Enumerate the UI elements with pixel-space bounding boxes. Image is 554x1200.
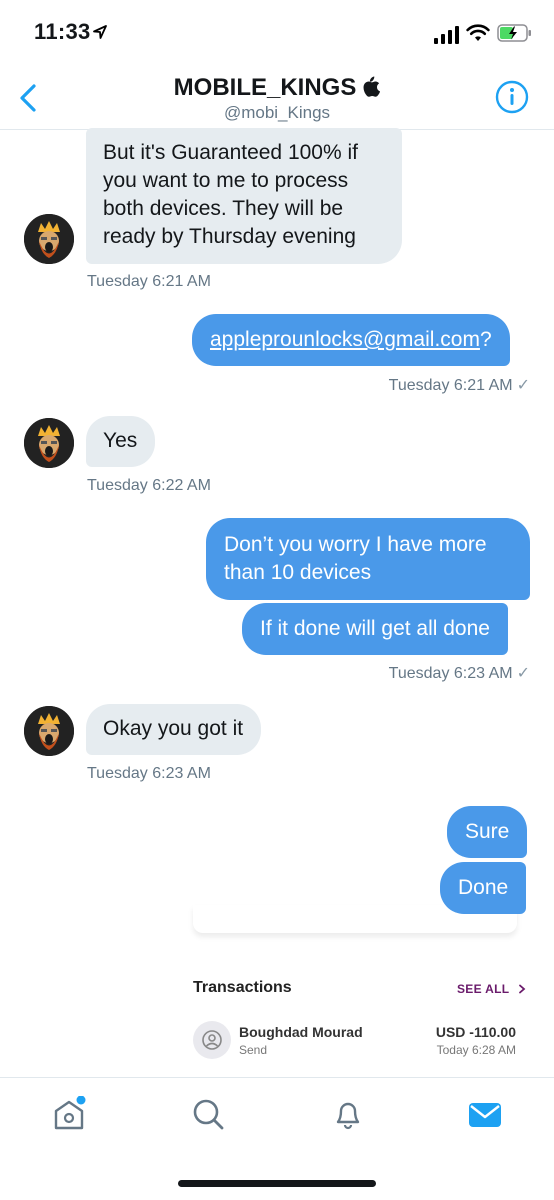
message-text: Done (458, 876, 509, 899)
transaction-date: Today 6:28 AM (436, 1043, 516, 1057)
transaction-user-icon (193, 1021, 231, 1059)
timestamp-text: Tuesday 6:23 AM (388, 665, 513, 682)
message-timestamp: Tuesday 6:21 AM (87, 273, 211, 290)
sent-check-icon: ✓ (516, 377, 530, 394)
message-timestamp: Tuesday 6:23 AM (87, 765, 211, 782)
incoming-message-bubble[interactable]: But it's Guaranteed 100% if you want to … (86, 128, 402, 264)
timestamp-text: Tuesday 6:21 AM (388, 377, 513, 394)
info-icon[interactable] (495, 80, 529, 114)
outgoing-message-bubble[interactable]: appleprounlocks@gmail.com? (192, 314, 510, 366)
message-text-suffix: ? (479, 328, 492, 351)
status-time: 11:33 (34, 19, 91, 44)
home-indicator[interactable] (178, 1180, 376, 1187)
message-text: Sure (465, 820, 510, 843)
chevron-right-icon (518, 984, 526, 994)
email-link[interactable]: appleprounlocks@gmail.com (210, 328, 480, 351)
messages-icon[interactable] (467, 1098, 503, 1134)
outgoing-message-bubble[interactable]: If it done will get all done (242, 603, 508, 655)
message-timestamp: Tuesday 6:21 AM ✓ (389, 375, 530, 395)
location-arrow-icon (93, 25, 107, 39)
message-text: Don’t you worry I have more than 10 devi… (224, 533, 487, 584)
outgoing-message-bubble[interactable]: Sure (447, 806, 528, 858)
home-icon[interactable] (51, 1096, 87, 1132)
transaction-amount: USD -110.00 (435, 1024, 516, 1040)
incoming-message-bubble[interactable]: Yes (86, 416, 156, 467)
contact-avatar[interactable] (24, 706, 74, 756)
see-all-link[interactable]: SEE ALL (457, 982, 527, 996)
battery-charging-icon (497, 24, 531, 42)
outgoing-message-bubble[interactable]: Done (440, 862, 527, 914)
notifications-icon[interactable] (330, 1096, 366, 1132)
contact-avatar[interactable] (24, 214, 74, 264)
king-avatar-icon (24, 418, 74, 468)
message-text: If it done will get all done (260, 617, 490, 640)
message-timestamp: Tuesday 6:23 AM ✓ (389, 663, 530, 683)
transaction-name[interactable]: Boughdad Mourad (239, 1024, 363, 1040)
see-all-label: SEE ALL (457, 982, 510, 996)
king-avatar-icon (24, 706, 74, 756)
incoming-message-bubble[interactable]: Okay you got it (86, 704, 262, 755)
message-text: But it's Guaranteed 100% if you want to … (103, 141, 358, 248)
message-text: Yes (103, 429, 138, 452)
transaction-type: Send (239, 1043, 268, 1057)
contact-avatar[interactable] (24, 418, 74, 468)
conversation-header: MOBILE_KINGS @mobi_Kings (0, 66, 554, 130)
apple-logo-icon (363, 76, 381, 97)
sent-check-icon: ✓ (516, 665, 530, 682)
message-timestamp: Tuesday 6:22 AM (87, 477, 211, 494)
message-text: Okay you got it (103, 717, 244, 740)
king-avatar-icon (24, 214, 74, 264)
contact-handle[interactable]: @mobi_Kings (0, 103, 554, 123)
wifi-icon (466, 24, 490, 41)
transactions-title: Transactions (193, 979, 292, 996)
status-bar: 11:33 (0, 0, 554, 66)
search-icon[interactable] (190, 1096, 226, 1132)
contact-name-text: MOBILE_KINGS (173, 74, 357, 101)
contact-name[interactable]: MOBILE_KINGS (0, 74, 554, 102)
cellular-signal-icon (434, 26, 459, 44)
outgoing-message-bubble[interactable]: Don’t you worry I have more than 10 devi… (206, 518, 530, 600)
